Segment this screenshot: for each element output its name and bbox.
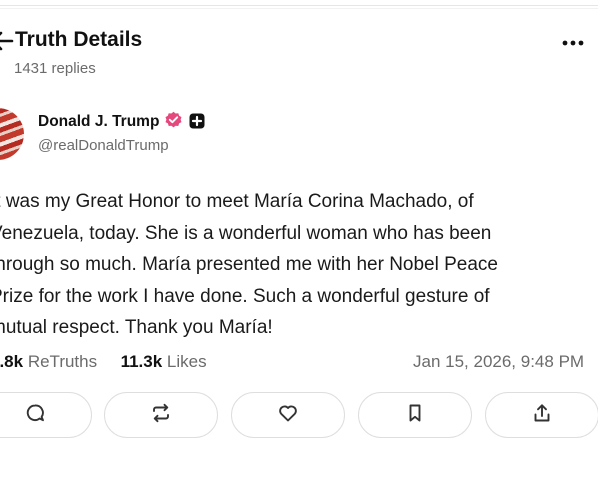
page-title: Truth Details	[15, 28, 143, 51]
author-name[interactable]: Donald J. Trump	[38, 113, 159, 131]
back-arrow-icon[interactable]	[0, 30, 16, 52]
retruths-count[interactable]: 6.8k	[0, 352, 23, 371]
like-icon	[277, 402, 299, 429]
reply-button[interactable]	[0, 392, 92, 438]
replies-count: 1431 replies	[14, 60, 96, 77]
likes-count[interactable]: 11.3k	[121, 352, 163, 371]
share-icon	[531, 402, 553, 429]
verified-badge-icon	[164, 111, 183, 130]
top-divider	[0, 5, 598, 6]
top-divider-secondary	[0, 8, 598, 9]
author-handle[interactable]: @realDonaldTrump	[38, 137, 169, 154]
reply-icon	[24, 402, 46, 429]
bookmark-button[interactable]	[358, 392, 472, 438]
retruth-icon	[150, 402, 172, 429]
avatar[interactable]	[0, 108, 24, 160]
post-timestamp: Jan 15, 2026, 9:48 PM	[413, 352, 585, 371]
like-button[interactable]	[231, 392, 345, 438]
likes-label[interactable]: Likes	[167, 352, 207, 371]
post-text: It was my Great Honor to meet María Cori…	[0, 191, 498, 338]
plus-badge-icon	[189, 113, 205, 129]
more-icon[interactable]	[558, 34, 588, 52]
retruths-label[interactable]: ReTruths	[28, 352, 97, 371]
post-stats: 6.8k ReTruths 11.3k Likes	[0, 352, 207, 372]
share-button[interactable]	[485, 392, 598, 438]
bookmark-icon	[404, 402, 426, 429]
retruth-button[interactable]	[104, 392, 218, 438]
